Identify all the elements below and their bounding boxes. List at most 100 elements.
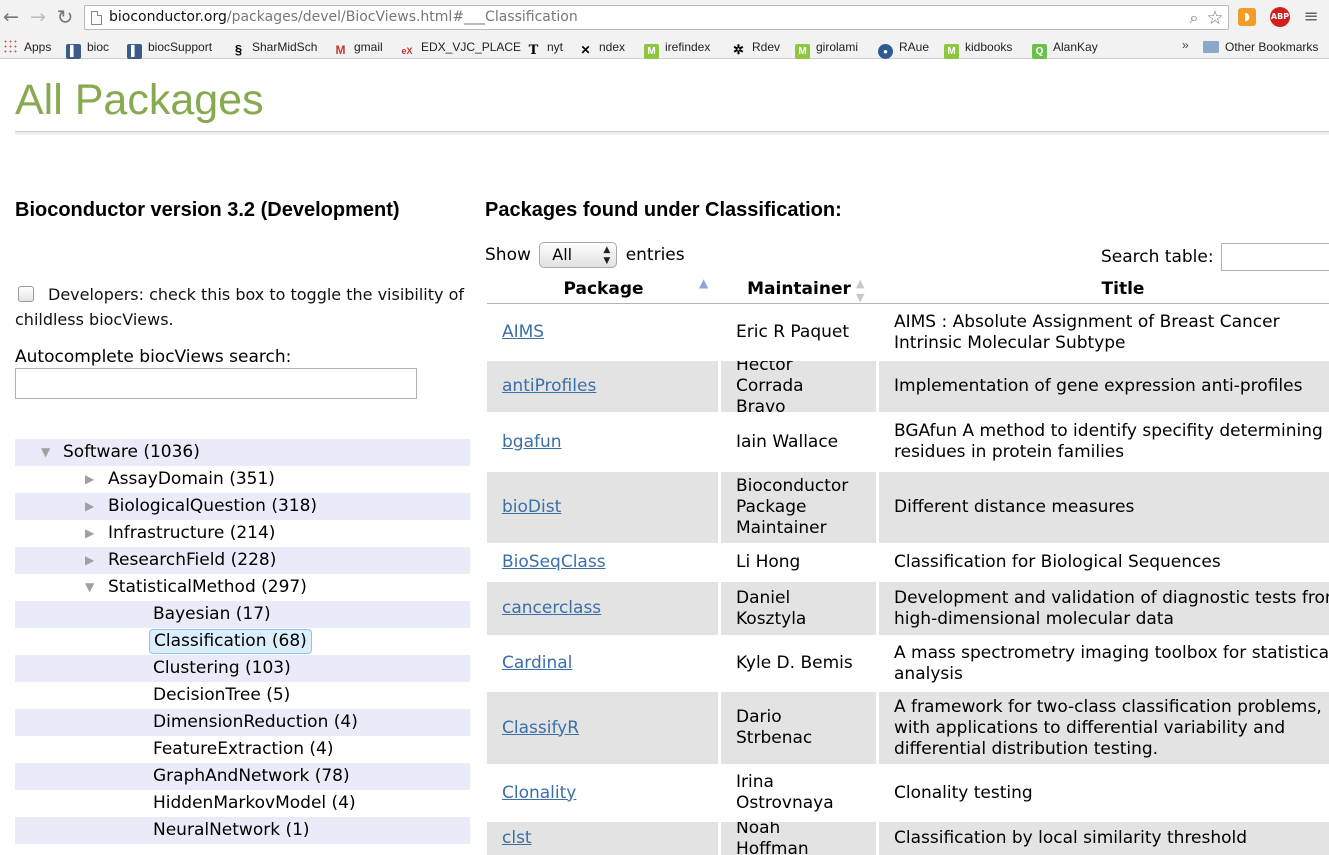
search-table-label: Search table: <box>1101 247 1214 267</box>
package-link[interactable]: BioSeqClass <box>502 552 606 573</box>
collapsed-triangle-icon[interactable]: ▶ <box>85 466 97 493</box>
bookmark-edx[interactable]: eX EDX_VJC_PLACE <box>399 38 521 56</box>
tree-node-label[interactable]: DecisionTree (5) <box>153 682 290 709</box>
tree-node-label[interactable]: DimensionReduction (4) <box>153 709 358 736</box>
adblock-icon[interactable]: ABP <box>1270 7 1290 27</box>
tree-node-biologicalquestion[interactable]: ▶ BiologicalQuestion (318) <box>15 493 470 520</box>
package-link[interactable]: AIMS <box>502 322 544 343</box>
tree-node-dimensionreduction[interactable]: DimensionReduction (4) <box>15 709 470 736</box>
reload-icon[interactable]: ↻ <box>55 5 75 29</box>
bookmark-bioc[interactable]: ▌ bioc <box>66 38 109 59</box>
autocomplete-label: Autocomplete biocViews search: <box>15 347 292 367</box>
maintainer-text: Eric R Paquet <box>736 322 850 342</box>
bookmark-irefindex[interactable]: Mirefindex <box>644 38 710 59</box>
tree-node-neuralnetwork[interactable]: NeuralNetwork (1) <box>15 817 470 844</box>
column-header-package[interactable]: Package ▲ <box>487 275 720 303</box>
tree-node-label[interactable]: Software (1036) <box>63 439 200 466</box>
package-link[interactable]: bgafun <box>502 432 562 453</box>
bookmark-sharmidsch[interactable]: § SharMidSch <box>231 38 318 57</box>
tree-node-classification[interactable]: Classification (68) <box>15 628 470 655</box>
tree-node-bayesian[interactable]: Bayesian (17) <box>15 601 470 628</box>
bookmark-other[interactable]: Other Bookmarks <box>1203 38 1318 56</box>
bookmark-gmail[interactable]: Mgmail <box>333 38 383 57</box>
bookmark-raue[interactable]: ● RAue <box>878 38 929 59</box>
cell-title: A framework for two-class classification… <box>879 692 1329 764</box>
bookmarks-overflow-chevron[interactable]: » <box>1182 38 1189 52</box>
zoom-icon[interactable]: ⌕ <box>1184 8 1204 28</box>
tree-node-label[interactable]: HiddenMarkovModel (4) <box>153 790 356 817</box>
browser-toolbar: ← → ↻ bioconductor.org/packages/devel/Bi… <box>0 0 1329 35</box>
package-link[interactable]: cancerclass <box>502 598 601 619</box>
tree-node-label-selected[interactable]: Classification (68) <box>149 629 312 654</box>
address-bar[interactable]: bioconductor.org/packages/devel/BiocView… <box>84 5 1229 30</box>
bookmark-kidbooks[interactable]: Mkidbooks <box>944 38 1012 59</box>
autocomplete-input[interactable] <box>15 368 417 399</box>
bookmark-alankay[interactable]: Q AlanKay <box>1032 38 1098 59</box>
maintainer-text: Hector Corrada Bravo <box>736 361 804 412</box>
bookmark-rdev[interactable]: ✲ Rdev <box>731 38 781 57</box>
bookmark-ndex[interactable]: ✕ ndex <box>578 38 625 57</box>
tree-node-label[interactable]: FeatureExtraction (4) <box>153 736 334 763</box>
package-link[interactable]: antiProfiles <box>502 376 596 397</box>
tree-node-researchfield[interactable]: ▶ ResearchField (228) <box>15 547 470 574</box>
table-header: Package ▲ Maintainer ▲ ▼ Title <box>487 275 1329 304</box>
maintainer-text: Bioconductor Package Maintainer <box>736 476 849 538</box>
bioc-icon: ▌ <box>66 44 81 59</box>
tree-node-statisticalmethod[interactable]: ▼ StatisticalMethod (297) <box>15 574 470 601</box>
expanded-triangle-icon[interactable]: ▼ <box>85 574 97 601</box>
bookmark-label: biocSupport <box>148 40 213 54</box>
tree-node-assaydomain[interactable]: ▶ AssayDomain (351) <box>15 466 470 493</box>
collapsed-triangle-icon[interactable]: ▶ <box>85 547 97 574</box>
column-header-label: Maintainer <box>747 279 851 299</box>
tree-node-hiddenmarkovmodel[interactable]: HiddenMarkovModel (4) <box>15 790 470 817</box>
title-text: Implementation of gene expression anti-p… <box>894 376 1303 396</box>
tree-node-label[interactable]: AssayDomain (351) <box>108 466 275 493</box>
tree-node-label[interactable]: ResearchField (228) <box>108 547 276 574</box>
tree-node-label[interactable]: Infrastructure (214) <box>108 520 275 547</box>
column-header-maintainer[interactable]: Maintainer ▲ ▼ <box>720 275 878 304</box>
tree-node-label[interactable]: NeuralNetwork (1) <box>153 817 310 844</box>
bookmark-label: Rdev <box>752 40 781 54</box>
select-arrows-icon: ▲ ▼ <box>603 245 611 266</box>
bookmark-apps[interactable]: Apps <box>3 38 51 56</box>
entries-select[interactable]: All ▲ ▼ <box>539 242 618 268</box>
tree-node-label[interactable]: Bayesian (17) <box>153 601 271 628</box>
forward-arrow-icon[interactable]: → <box>28 5 48 29</box>
package-link[interactable]: Cardinal <box>502 653 572 674</box>
tree-node-software[interactable]: ▼ Software (1036) <box>15 439 470 466</box>
back-arrow-icon[interactable]: ← <box>1 5 21 29</box>
bookmark-girolami[interactable]: Mgirolami <box>795 38 858 59</box>
tree-node-infrastructure[interactable]: ▶ Infrastructure (214) <box>15 520 470 547</box>
tree-node-featureextraction[interactable]: FeatureExtraction (4) <box>15 736 470 763</box>
title-text: Classification by local similarity thres… <box>894 828 1248 848</box>
cell-package: bgafun <box>487 414 718 470</box>
collapsed-triangle-icon[interactable]: ▶ <box>85 520 97 547</box>
bookmark-nyt[interactable]: Tnyt <box>526 38 563 58</box>
collapsed-triangle-icon[interactable]: ▶ <box>85 493 97 520</box>
bookmark-biocsupport[interactable]: ▌ biocSupport <box>127 38 213 59</box>
title-text: Different distance measures <box>894 497 1135 517</box>
search-table-input[interactable] <box>1221 243 1329 271</box>
rss-icon[interactable]: ◗ <box>1238 8 1256 26</box>
title-divider <box>15 131 1329 135</box>
tree-node-label[interactable]: BiologicalQuestion (318) <box>108 493 317 520</box>
cell-maintainer: Noah Hoffman <box>721 822 876 855</box>
package-link[interactable]: clst <box>502 828 532 849</box>
tree-node-label[interactable]: StatisticalMethod (297) <box>108 574 307 601</box>
tree-node-label[interactable]: GraphAndNetwork (78) <box>153 763 350 790</box>
expanded-triangle-icon[interactable]: ▼ <box>41 439 53 466</box>
packages-heading: Packages found under Classification: <box>485 199 842 221</box>
package-link[interactable]: Clonality <box>502 783 576 804</box>
cell-title: A mass spectrometry imaging toolbox for … <box>879 637 1329 690</box>
tree-node-clustering[interactable]: Clustering (103) <box>15 655 470 682</box>
bookmark-star-icon[interactable]: ☆ <box>1205 8 1225 28</box>
developer-checkbox[interactable] <box>18 286 34 302</box>
package-link[interactable]: ClassifyR <box>502 718 579 739</box>
package-link[interactable]: bioDist <box>502 497 561 518</box>
tree-node-decisiontree[interactable]: DecisionTree (5) <box>15 682 470 709</box>
tree-node-graphandnetwork[interactable]: GraphAndNetwork (78) <box>15 763 470 790</box>
column-header-title[interactable]: Title <box>878 275 1329 303</box>
menu-icon[interactable]: ≡ <box>1303 8 1319 26</box>
bookmark-label: Apps <box>24 40 52 54</box>
tree-node-label[interactable]: Clustering (103) <box>153 655 291 682</box>
